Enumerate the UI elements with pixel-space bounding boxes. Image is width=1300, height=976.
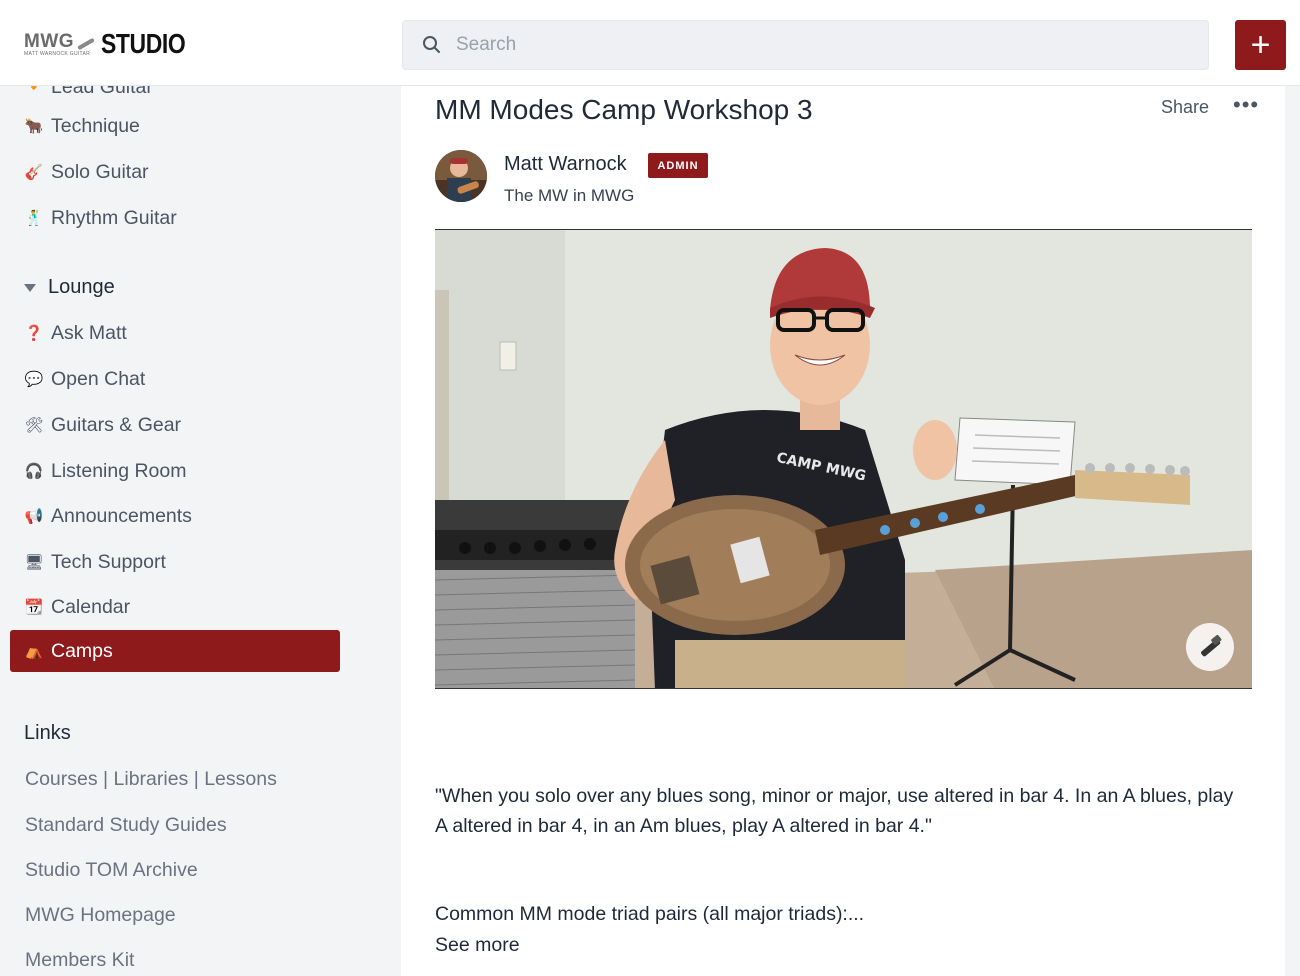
post-title: MM Modes Camp Workshop 3: [435, 94, 813, 125]
see-more-link[interactable]: See more: [435, 934, 520, 957]
headphones-icon: 🎧: [24, 463, 44, 480]
avatar[interactable]: [435, 150, 487, 202]
sidebar-item-guitars-gear[interactable]: 🛠 Guitars & Gear: [10, 404, 340, 446]
sidebar-item-label: Tech Support: [51, 550, 166, 573]
sidebar-item-label: Calendar: [51, 595, 131, 618]
sidebar-item-calendar[interactable]: 📆 Calendar: [10, 586, 340, 628]
speech-bubble-icon: 💬: [24, 371, 44, 388]
link-tom-archive[interactable]: Studio TOM Archive: [25, 859, 198, 882]
question-mark-icon: ❓: [24, 325, 44, 342]
megaphone-icon: 📢: [24, 508, 44, 525]
logo-mwg-text: MWG: [24, 31, 75, 52]
desktop-computer-icon: 🖥: [24, 554, 44, 571]
link-homepage[interactable]: MWG Homepage: [25, 904, 176, 927]
site-logo[interactable]: MWG MATT WARNOCK GUITAR STUDIO: [24, 30, 204, 58]
admin-badge: ADMIN: [648, 153, 708, 178]
post-excerpt: Common MM mode triad pairs (all major tr…: [435, 903, 865, 925]
link-courses[interactable]: Courses | Libraries | Lessons: [25, 768, 277, 791]
guitar-icon: [1186, 623, 1234, 671]
sidebar-item-camps[interactable]: ⛺ Camps: [10, 630, 340, 672]
sidebar-item-label: Open Chat: [51, 367, 146, 390]
search-bar[interactable]: [402, 20, 1209, 70]
sidebar-item-ask-matt[interactable]: ❓ Ask Matt: [10, 312, 340, 354]
sidebar-item-label: Ask Matt: [51, 321, 127, 344]
sidebar-item-listening-room[interactable]: 🎧 Listening Room: [10, 450, 340, 492]
links-title: Links: [24, 722, 71, 744]
top-header: MWG MATT WARNOCK GUITAR STUDIO +: [0, 0, 1300, 86]
sidebar-item-label: Camps: [51, 639, 113, 662]
post-quote: "When you solo over any blues song, mino…: [435, 785, 1234, 837]
sidebar-item-label: Announcements: [51, 504, 192, 527]
search-icon: [421, 34, 443, 56]
chevron-down-icon: [24, 283, 36, 292]
diamond-icon: 🔸: [24, 86, 44, 96]
video-thumbnail: CAMP MWG: [435, 230, 1252, 688]
lounge-section-header[interactable]: Lounge: [24, 276, 115, 299]
link-study-guides[interactable]: Standard Study Guides: [25, 814, 227, 837]
sidebar-item-label: Technique: [51, 114, 140, 137]
sidebar-item-open-chat[interactable]: 💬 Open Chat: [10, 358, 340, 400]
sidebar-item-technique[interactable]: 🐂 Technique: [10, 105, 340, 147]
post-card: MM Modes Camp Workshop 3 Share ••• Matt …: [401, 86, 1285, 976]
search-input[interactable]: [456, 34, 1156, 56]
links-section-header: Links: [24, 722, 71, 745]
logo-subtitle: MATT WARNOCK GUITAR: [24, 51, 91, 57]
sidebar-item-solo-guitar[interactable]: 🎸 Solo Guitar: [10, 151, 340, 193]
add-post-button[interactable]: +: [1235, 20, 1286, 70]
author-name[interactable]: Matt Warnock: [504, 153, 627, 176]
share-button[interactable]: Share: [1161, 97, 1209, 118]
sidebar-item-label: Guitars & Gear: [51, 413, 182, 436]
link-members-kit[interactable]: Members Kit: [25, 949, 134, 972]
ox-icon: 🐂: [24, 118, 44, 135]
sidebar-item-rhythm-guitar[interactable]: 🕺 Rhythm Guitar: [10, 197, 340, 239]
sidebar-item-label: Rhythm Guitar: [51, 206, 177, 229]
sidebar: 🔸 Lead Guitar 🐂 Technique 🎸 Solo Guitar …: [0, 86, 401, 976]
logo-studio-text: STUDIO: [101, 28, 186, 59]
sidebar-item-announcements[interactable]: 📢 Announcements: [10, 495, 340, 537]
sidebar-item-label: Lead Guitar: [51, 86, 153, 98]
sidebar-item-label: Listening Room: [51, 459, 187, 482]
lounge-title: Lounge: [48, 276, 115, 298]
more-options-icon[interactable]: •••: [1233, 92, 1259, 118]
calendar-icon: 📆: [24, 599, 44, 616]
sidebar-item-label: Solo Guitar: [51, 160, 149, 183]
tent-icon: ⛺: [24, 643, 44, 660]
tools-icon: 🛠: [24, 417, 44, 434]
sidebar-item-tech-support[interactable]: 🖥 Tech Support: [10, 541, 340, 583]
guitar-pick-icon: [77, 37, 95, 50]
video-player[interactable]: CAMP MWG: [435, 229, 1252, 689]
dancer-icon: 🕺: [24, 210, 44, 227]
author-tagline: The MW in MWG: [504, 186, 635, 205]
guitar-icon: 🎸: [24, 164, 44, 181]
